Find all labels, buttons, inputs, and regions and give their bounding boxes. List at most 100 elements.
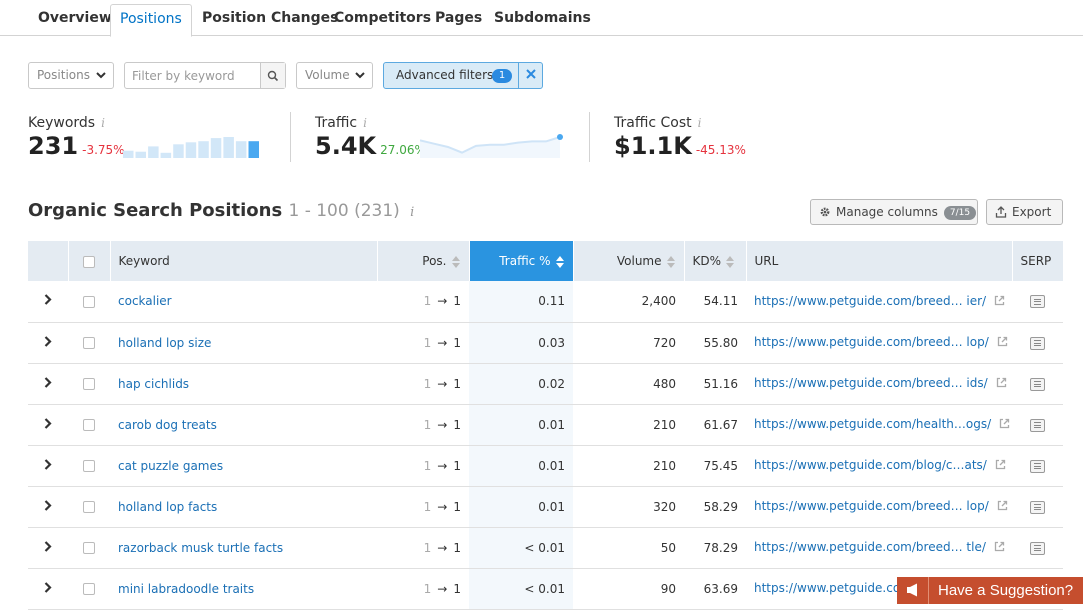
info-icon[interactable]: i xyxy=(410,205,414,220)
traffic-column-header[interactable]: Traffic % xyxy=(468,241,573,281)
row-checkbox[interactable] xyxy=(83,542,95,554)
select-all-header xyxy=(67,241,110,281)
tab-overview[interactable]: Overview xyxy=(29,4,121,36)
current-position: 1 xyxy=(453,294,461,309)
suggestion-button[interactable]: Have a Suggestion? xyxy=(897,577,1083,604)
url-link[interactable]: https://www.petguide.com/breed… ier/ xyxy=(754,294,986,308)
kd-column-header[interactable]: KD% xyxy=(683,241,746,281)
row-checkbox[interactable] xyxy=(83,501,95,513)
kd-cell: 51.16 xyxy=(703,376,738,391)
expand-row-button[interactable] xyxy=(28,281,68,322)
url-link[interactable]: https://www.petguide.com/breed… lop/ xyxy=(754,335,989,349)
url-link[interactable]: https://www.petguide.com/breed… lop/ xyxy=(754,499,989,513)
table-row: holland lop facts 1 → 1 0.01 320 58.29 htt… xyxy=(28,486,1063,527)
current-position: 1 xyxy=(453,540,461,555)
chevron-right-icon xyxy=(44,458,52,470)
expand-row-button[interactable] xyxy=(28,568,68,609)
url-link[interactable]: https://www.petguide.com/breed… tle/ xyxy=(754,540,986,554)
report-tabs: Overview Positions Position Changes Comp… xyxy=(0,0,1083,37)
volume-cell: 50 xyxy=(660,540,676,555)
keyword-column-header[interactable]: Keyword xyxy=(109,241,377,281)
tab-competitors[interactable]: Competitors xyxy=(325,4,440,36)
row-checkbox[interactable] xyxy=(83,460,95,472)
external-link-icon[interactable] xyxy=(997,336,1008,350)
volume-cell: 210 xyxy=(653,417,676,432)
select-all-checkbox[interactable] xyxy=(83,255,95,268)
kd-cell: 61.67 xyxy=(703,417,738,432)
positions-dropdown[interactable]: Positions xyxy=(28,62,114,89)
advanced-filters-button[interactable]: Advanced filters 1 xyxy=(383,62,543,89)
keyword-link[interactable]: mini labradoodle traits xyxy=(118,582,254,596)
serp-icon[interactable] xyxy=(1030,500,1045,514)
advanced-filters-count: 1 xyxy=(492,69,512,83)
keyword-link[interactable]: razorback musk turtle facts xyxy=(118,541,283,555)
serp-icon[interactable] xyxy=(1030,377,1045,391)
trend-bar xyxy=(223,137,234,158)
tab-positions[interactable]: Positions xyxy=(110,4,192,37)
url-link[interactable]: https://www.petguide.com/blog/c…ats/ xyxy=(754,458,987,472)
columns-count-badge: 7/15 xyxy=(943,205,977,220)
expand-row-button[interactable] xyxy=(28,486,68,527)
search-button[interactable] xyxy=(260,63,285,88)
row-checkbox[interactable] xyxy=(83,295,95,308)
row-checkbox[interactable] xyxy=(83,419,95,431)
row-checkbox[interactable] xyxy=(83,378,95,390)
pos-column-header[interactable]: Pos. xyxy=(376,241,469,281)
tab-pages[interactable]: Pages xyxy=(426,4,491,36)
previous-position: 1 xyxy=(423,376,432,391)
expand-row-button[interactable] xyxy=(28,445,68,486)
keyword-link[interactable]: hap cichlids xyxy=(118,377,189,391)
external-link-icon[interactable] xyxy=(994,295,1005,309)
serp-icon[interactable] xyxy=(1030,336,1045,350)
keyword-filter-input[interactable] xyxy=(125,63,261,88)
keyword-link[interactable]: carob dog treats xyxy=(118,418,217,432)
positions-dropdown-label: Positions xyxy=(37,68,90,82)
previous-position: 1 xyxy=(423,417,432,432)
external-link-icon[interactable] xyxy=(996,377,1007,391)
url-link[interactable]: https://www.petguide.com/health…ogs/ xyxy=(754,417,991,431)
serp-icon[interactable] xyxy=(1030,541,1045,555)
serp-icon[interactable] xyxy=(1030,295,1045,309)
url-link[interactable]: https://www.petguide.com/breed… ids/ xyxy=(754,376,988,390)
previous-position: 1 xyxy=(423,458,432,473)
keyword-link[interactable]: holland lop size xyxy=(118,336,211,350)
keyword-link[interactable]: cat puzzle games xyxy=(118,459,223,473)
external-link-icon[interactable] xyxy=(995,459,1006,473)
url-column-header: URL xyxy=(745,241,1012,281)
trend-bar xyxy=(135,151,146,158)
external-link-icon[interactable] xyxy=(997,500,1008,514)
position-cell: 1 → 1 xyxy=(377,322,469,363)
traffic-cell: 0.01 xyxy=(469,486,573,527)
info-icon[interactable]: i xyxy=(363,116,367,130)
kd-cell: 75.45 xyxy=(703,458,738,473)
info-icon[interactable]: i xyxy=(698,116,702,130)
clear-filters-button[interactable] xyxy=(518,63,542,88)
external-link-icon[interactable] xyxy=(994,541,1005,555)
volume-dropdown[interactable]: Volume xyxy=(296,62,373,89)
volume-column-header[interactable]: Volume xyxy=(572,241,684,281)
expand-row-button[interactable] xyxy=(28,322,68,363)
serp-icon[interactable] xyxy=(1030,459,1045,473)
current-position: 1 xyxy=(453,417,461,432)
traffic-metric: Traffic i 5.4K 27.06% xyxy=(315,112,426,160)
expand-row-button[interactable] xyxy=(28,527,68,568)
row-checkbox[interactable] xyxy=(83,337,95,349)
kd-cell: 54.11 xyxy=(703,294,738,309)
expand-row-button[interactable] xyxy=(28,404,68,445)
tab-subdomains[interactable]: Subdomains xyxy=(485,4,600,36)
divider xyxy=(589,112,590,162)
serp-icon[interactable] xyxy=(1030,418,1045,432)
info-icon[interactable]: i xyxy=(101,116,105,130)
sort-icon xyxy=(451,255,461,268)
gear-icon xyxy=(820,207,830,217)
keyword-link[interactable]: cockalier xyxy=(118,294,172,308)
manage-columns-button[interactable]: Manage columns 7/15 xyxy=(810,199,978,225)
chevron-right-icon xyxy=(44,376,52,388)
export-button[interactable]: Export xyxy=(986,199,1063,225)
expand-row-button[interactable] xyxy=(28,363,68,404)
export-label: Export xyxy=(1012,205,1052,219)
row-checkbox[interactable] xyxy=(83,583,95,595)
external-link-icon[interactable] xyxy=(999,418,1010,432)
position-cell: 1 → 1 xyxy=(377,363,469,404)
keyword-link[interactable]: holland lop facts xyxy=(118,500,217,514)
